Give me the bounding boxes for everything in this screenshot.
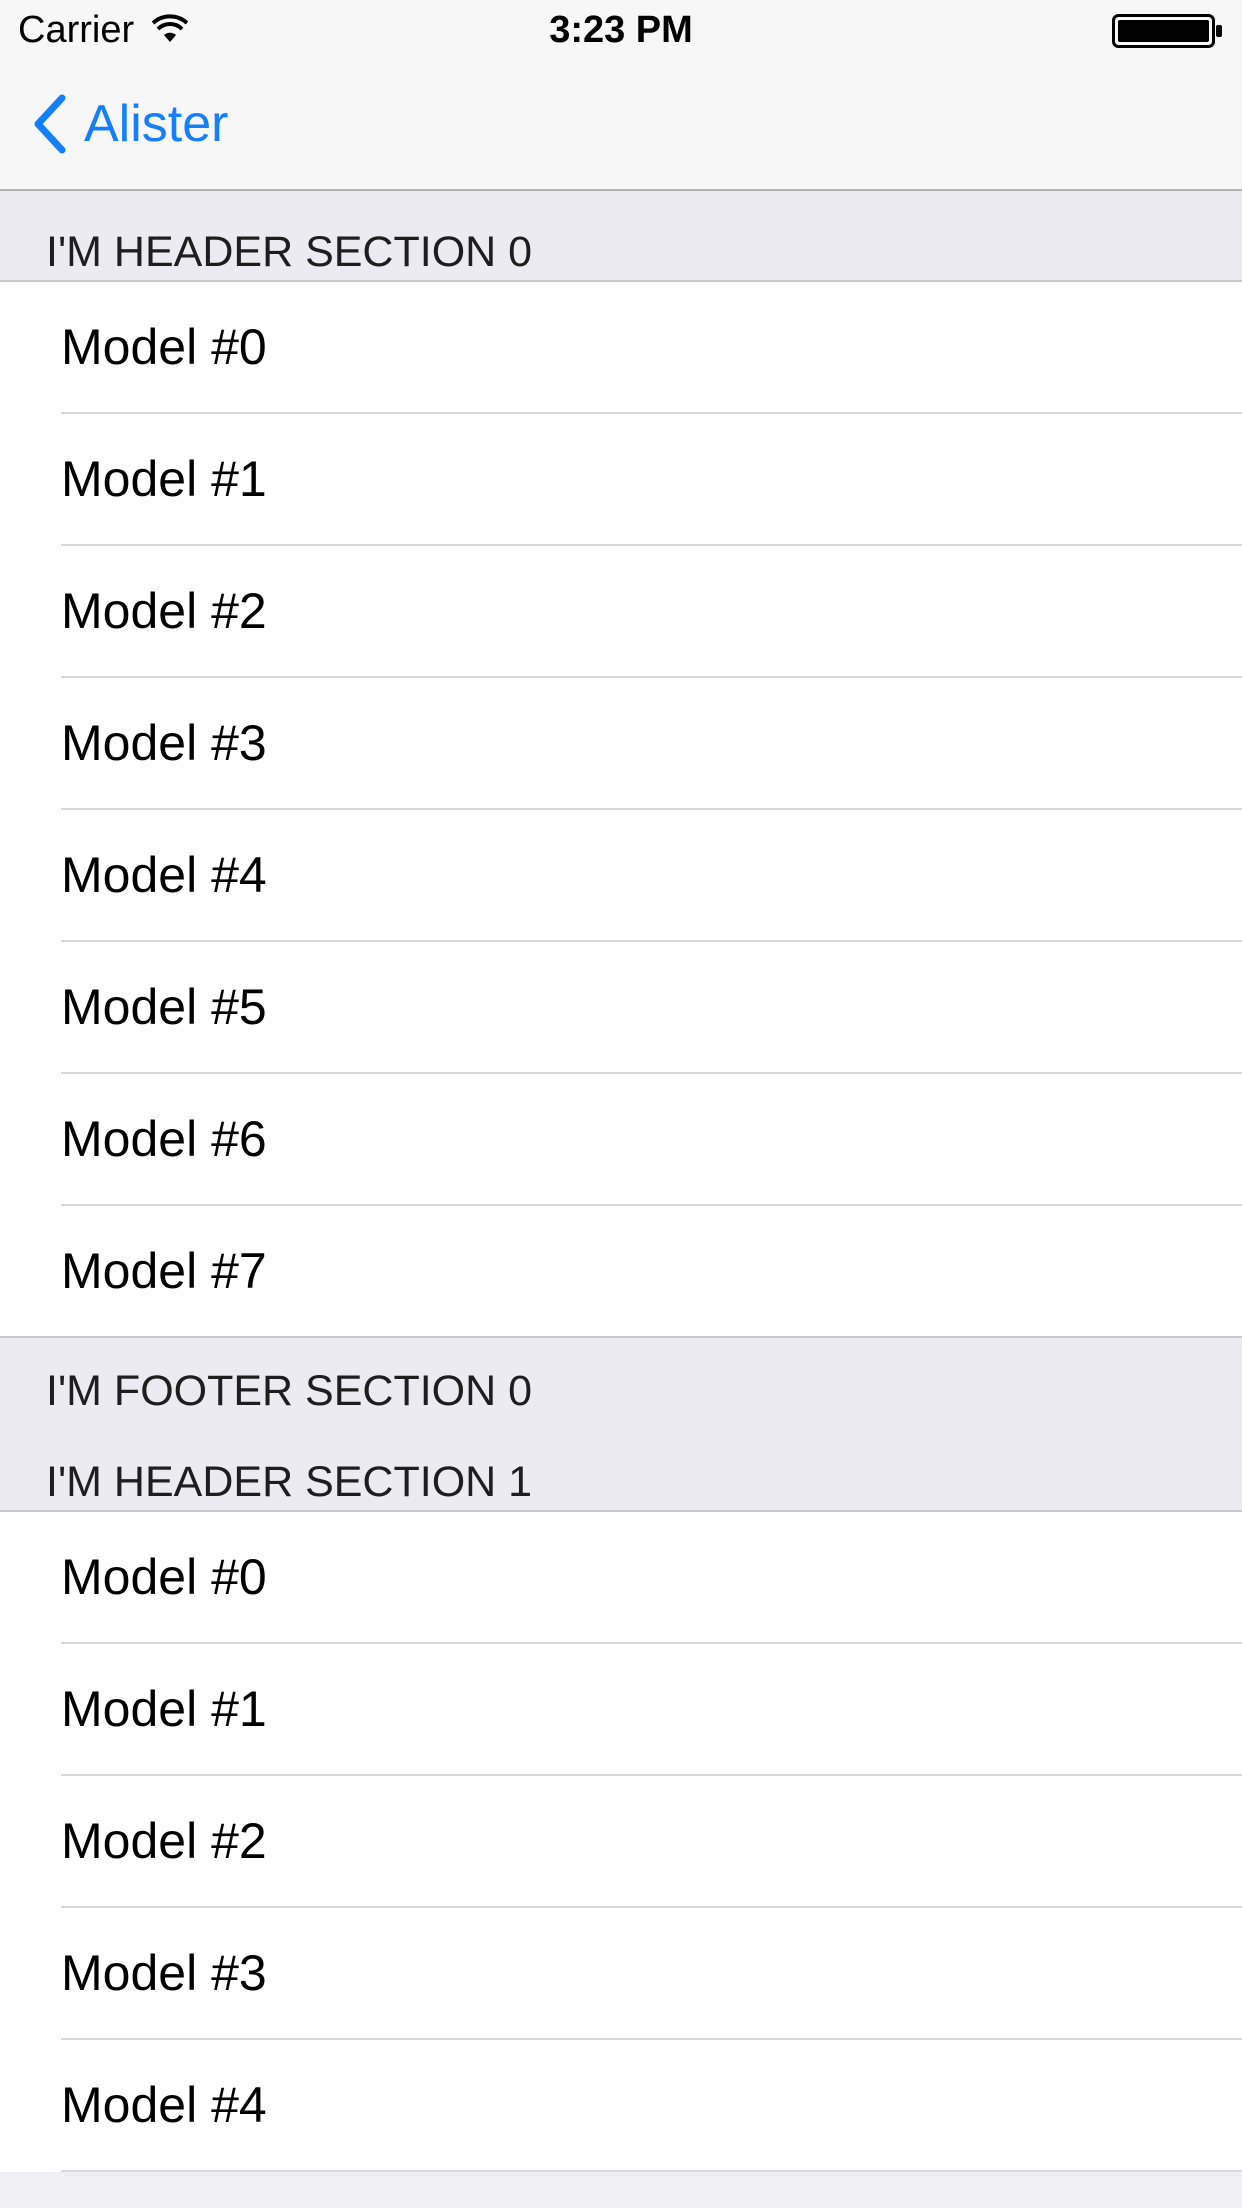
table-row[interactable]: Model #2 (0, 1776, 1242, 1908)
section-list: Model #0 Model #1 Model #2 Model #3 Mode… (0, 282, 1242, 1338)
section-header: I'M HEADER SECTION 0 (0, 191, 1242, 282)
chevron-left-icon (34, 94, 66, 154)
table-row[interactable]: Model #1 (0, 414, 1242, 546)
back-button[interactable]: Alister (30, 88, 228, 160)
table-row[interactable]: Model #7 (0, 1206, 1242, 1338)
table-view[interactable]: I'M HEADER SECTION 0 Model #0 Model #1 M… (0, 191, 1242, 2172)
table-row[interactable]: Model #4 (0, 2040, 1242, 2172)
row-separator (61, 2170, 1242, 2172)
battery-icon (1112, 14, 1222, 48)
row-label: Model #4 (61, 847, 267, 903)
section-list: Model #0 Model #1 Model #2 Model #3 Mode… (0, 1512, 1242, 2172)
row-label: Model #1 (61, 1681, 267, 1737)
table-row[interactable]: Model #4 (0, 810, 1242, 942)
section-header: I'M HEADER SECTION 1 (0, 1429, 1242, 1512)
section-footer: I'M FOOTER SECTION 0 (0, 1338, 1242, 1429)
row-label: Model #0 (61, 1549, 267, 1605)
status-bar: Carrier 3:23 PM (0, 0, 1242, 60)
row-label: Model #0 (61, 319, 267, 375)
section-header-label: I'M HEADER SECTION 1 (46, 1458, 533, 1506)
status-time: 3:23 PM (549, 9, 693, 51)
row-label: Model #7 (61, 1243, 267, 1299)
table-row[interactable]: Model #3 (0, 678, 1242, 810)
table-row[interactable]: Model #1 (0, 1644, 1242, 1776)
back-label: Alister (84, 95, 229, 153)
section-footer-label: I'M FOOTER SECTION 0 (46, 1367, 533, 1415)
table-row[interactable]: Model #0 (0, 282, 1242, 414)
table-row[interactable]: Model #6 (0, 1074, 1242, 1206)
section-header-label: I'M HEADER SECTION 0 (46, 228, 533, 276)
table-row[interactable]: Model #5 (0, 942, 1242, 1074)
row-label: Model #5 (61, 979, 267, 1035)
row-label: Model #3 (61, 715, 267, 771)
navigation-bar: Alister (0, 60, 1242, 191)
row-label: Model #2 (61, 583, 267, 639)
row-label: Model #1 (61, 451, 267, 507)
row-label: Model #6 (61, 1111, 267, 1167)
row-label: Model #2 (61, 1813, 267, 1869)
table-row[interactable]: Model #2 (0, 546, 1242, 678)
row-label: Model #3 (61, 1945, 267, 2001)
row-label: Model #4 (61, 2077, 267, 2133)
table-row[interactable]: Model #3 (0, 1908, 1242, 2040)
table-row[interactable]: Model #0 (0, 1512, 1242, 1644)
